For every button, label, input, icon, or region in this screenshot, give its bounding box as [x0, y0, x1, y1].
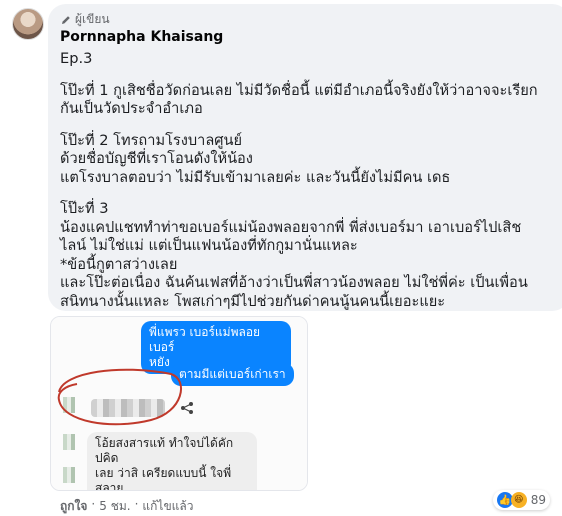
comment-paragraph: Ep.3: [60, 50, 93, 67]
chat-screenshot: พี่แพรว เบอร์แม่พลอยเบอร์ หยัง ตามมีแต่เ…: [51, 317, 307, 490]
author-badge: ผู้เขียน: [60, 10, 110, 29]
pixelated-avatar: [63, 467, 75, 483]
timestamp[interactable]: 5 ชม.: [99, 497, 130, 516]
red-annotation-circle: [57, 368, 182, 426]
separator: ·: [134, 497, 139, 511]
comment-paragraph: โป๊ะที่ 3 น้องแคปแชททำท่าขอเบอร์แม่น้องพ…: [60, 200, 528, 310]
comment-text: Ep.3 โป๊ะที่ 1 กูเสิชชื่อวัดก่อนเลย ไม่ม…: [60, 50, 560, 311]
comment-paragraph: โป๊ะที่ 1 กูเสิชชื่อวัดก่อนเลย ไม่มีวัดช…: [60, 81, 538, 118]
reaction-count: 89: [530, 493, 546, 507]
pencil-icon: [62, 15, 70, 24]
edited-label[interactable]: แก้ไขแล้ว: [142, 497, 193, 516]
haha-reaction-icon: 😆: [510, 492, 527, 508]
author-badge-label: ผู้เขียน: [75, 12, 110, 26]
pixelated-avatar: [63, 434, 75, 450]
comment-footer: ถูกใจ · 5 ชม. · แก้ไขแล้ว: [60, 497, 193, 516]
separator: ·: [91, 497, 96, 511]
comment-paragraph: โป๊ะที่ 2 โทรถามโรงบาลศูนย์ ด้วยชื่อบัญช…: [60, 131, 451, 186]
reactions-summary[interactable]: 👍 😆 89: [492, 490, 550, 510]
author-name[interactable]: Pornnapha Khaisang: [60, 29, 223, 45]
chat-message-received: โอ้ยสงสารแท้ ทำใจบ่ได้คัก ปคิด เลย ว่าสิ…: [87, 432, 257, 490]
avatar[interactable]: [12, 8, 44, 40]
like-link[interactable]: ถูกใจ: [60, 497, 87, 516]
attached-screenshot[interactable]: พี่แพรว เบอร์แม่พลอยเบอร์ หยัง ตามมีแต่เ…: [50, 316, 308, 491]
